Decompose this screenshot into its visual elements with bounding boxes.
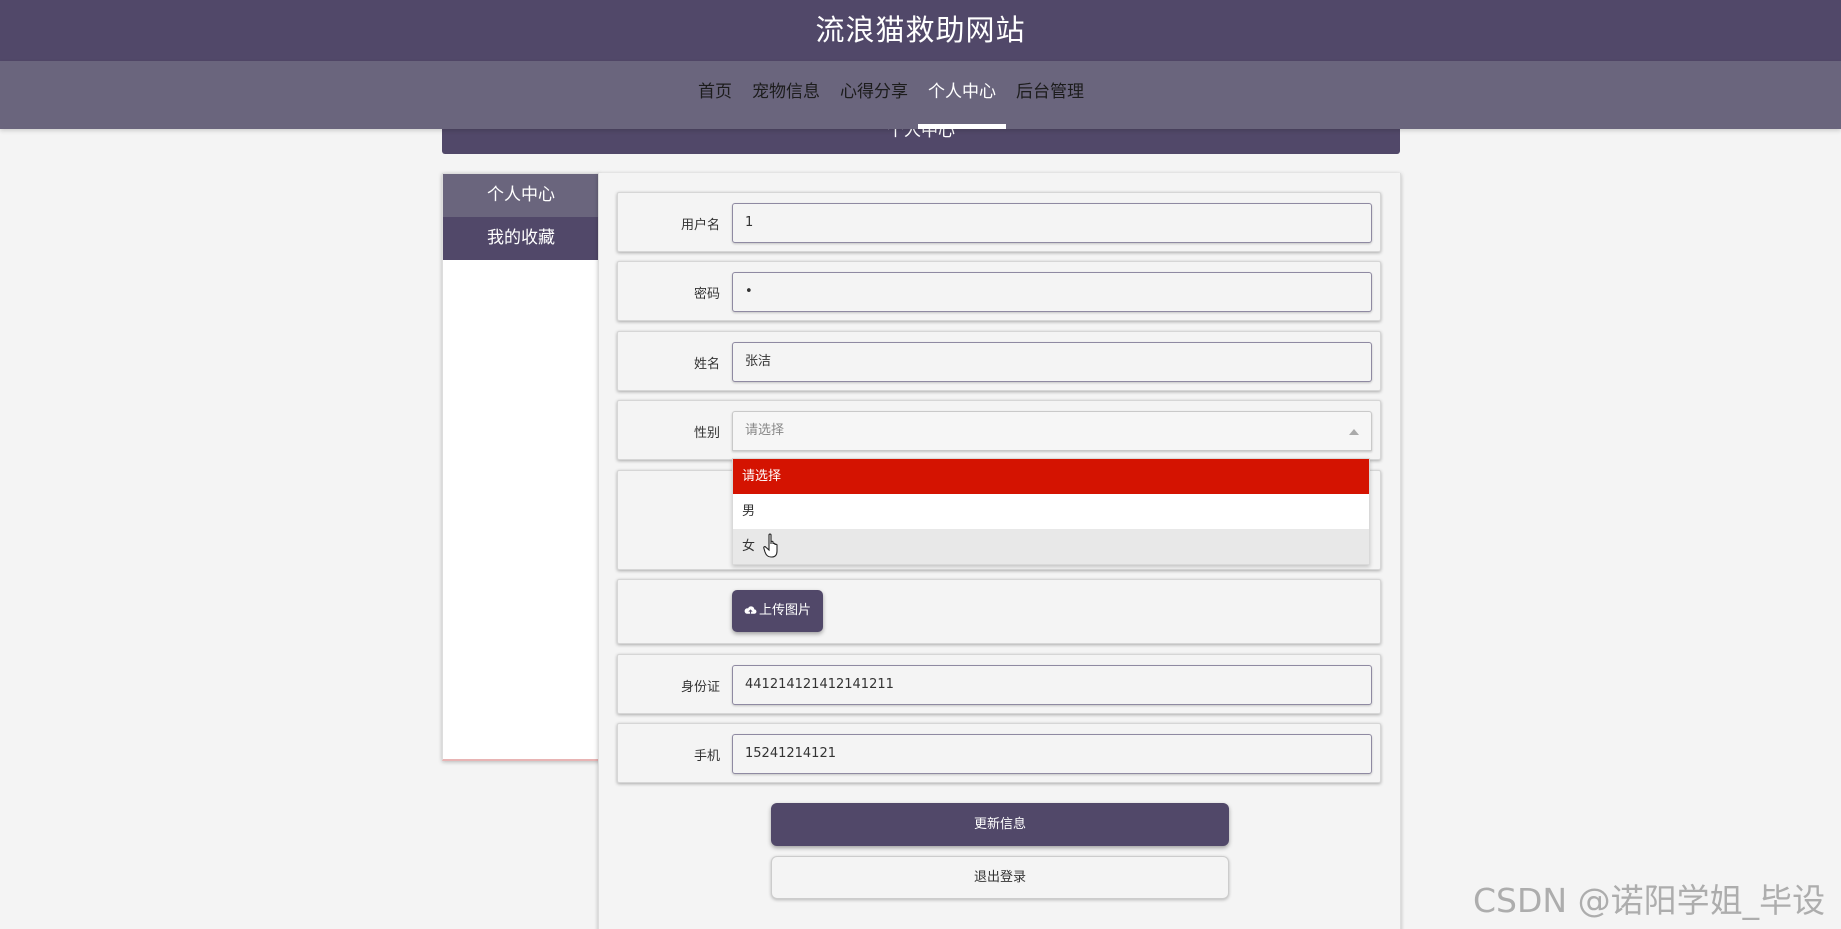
- name-label: 姓名: [693, 357, 720, 372]
- hand-pointer-icon: [763, 533, 778, 558]
- form-row-password: 密码 •: [617, 261, 1381, 321]
- id-card-input[interactable]: 441214121412141211: [732, 665, 1372, 705]
- nav-item-home[interactable]: 首页: [688, 61, 742, 129]
- logout-button[interactable]: 退出登录: [771, 856, 1229, 899]
- form-row-phone: 手机 15241214121: [617, 723, 1381, 783]
- site-header: 流浪猫救助网站: [0, 0, 1841, 61]
- phone-label: 手机: [693, 749, 720, 764]
- form-row-id-card: 身份证 441214121412141211: [617, 654, 1381, 714]
- gender-option-placeholder[interactable]: 请选择: [733, 459, 1369, 494]
- csdn-watermark: CSDN @诺阳学姐_毕设: [1473, 881, 1826, 920]
- nav-item-personal-center[interactable]: 个人中心: [918, 61, 1006, 129]
- section-title-banner: 个人中心: [442, 129, 1400, 154]
- nav-list: 首页 宠物信息 心得分享 个人中心 后台管理: [688, 61, 1094, 129]
- gender-option-male[interactable]: 男: [733, 494, 1369, 529]
- update-info-button[interactable]: 更新信息: [771, 803, 1229, 846]
- gender-label: 性别: [693, 426, 720, 441]
- section-title: 个人中心: [887, 129, 955, 141]
- gender-dropdown-menu: 请选择 男 女: [732, 458, 1370, 565]
- gender-option-female[interactable]: 女: [733, 529, 1369, 564]
- sidebar-item-my-favorites[interactable]: 我的收藏: [443, 217, 599, 260]
- sidebar: 个人中心 我的收藏: [442, 173, 600, 761]
- site-title: 流浪猫救助网站: [815, 13, 1026, 47]
- name-input[interactable]: 张洁: [732, 342, 1372, 382]
- main-nav: 首页 宠物信息 心得分享 个人中心 后台管理: [0, 61, 1841, 129]
- gender-select-value: 请选择: [745, 423, 785, 438]
- id-card-label: 身份证: [680, 680, 720, 695]
- nav-item-pet-info[interactable]: 宠物信息: [742, 61, 830, 129]
- phone-input[interactable]: 15241214121: [732, 734, 1372, 774]
- nav-item-admin[interactable]: 后台管理: [1006, 61, 1094, 129]
- gender-select[interactable]: 请选择: [732, 411, 1372, 451]
- form-row-name: 姓名 张洁: [617, 331, 1381, 391]
- password-input[interactable]: •: [732, 272, 1372, 312]
- form-row-gender: 性别 请选择: [617, 400, 1381, 460]
- caret-up-icon: [1349, 429, 1359, 435]
- form-row-upload: 上传图片: [617, 579, 1381, 644]
- sidebar-item-personal-center[interactable]: 个人中心: [443, 174, 599, 217]
- upload-image-button[interactable]: 上传图片: [732, 590, 823, 632]
- password-label: 密码: [693, 287, 720, 302]
- cloud-upload-icon: [744, 606, 757, 614]
- upload-image-label: 上传图片: [758, 603, 811, 618]
- username-label: 用户名: [680, 218, 720, 233]
- username-input[interactable]: 1: [732, 203, 1372, 243]
- nav-item-experience-share[interactable]: 心得分享: [830, 61, 918, 129]
- form-row-username: 用户名 1: [617, 192, 1381, 252]
